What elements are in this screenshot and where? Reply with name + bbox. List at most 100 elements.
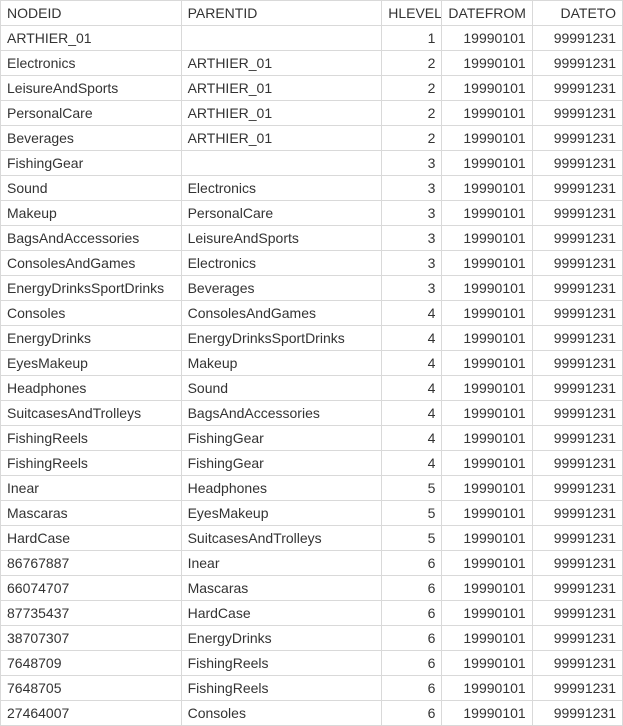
cell-nodeid[interactable]: 87735437: [1, 601, 182, 626]
table-row[interactable]: 7648705FishingReels61999010199991231: [1, 676, 623, 701]
cell-hlevel[interactable]: 6: [382, 551, 442, 576]
header-nodeid[interactable]: NODEID: [1, 1, 182, 26]
cell-parentid[interactable]: [181, 151, 382, 176]
cell-hlevel[interactable]: 5: [382, 476, 442, 501]
table-row[interactable]: SoundElectronics31999010199991231: [1, 176, 623, 201]
cell-datefrom[interactable]: 19990101: [442, 526, 532, 551]
cell-nodeid[interactable]: EnergyDrinksSportDrinks: [1, 276, 182, 301]
cell-dateto[interactable]: 99991231: [532, 451, 622, 476]
cell-datefrom[interactable]: 19990101: [442, 576, 532, 601]
cell-nodeid[interactable]: Beverages: [1, 126, 182, 151]
cell-nodeid[interactable]: EnergyDrinks: [1, 326, 182, 351]
cell-parentid[interactable]: Electronics: [181, 176, 382, 201]
cell-dateto[interactable]: 99991231: [532, 76, 622, 101]
cell-hlevel[interactable]: 4: [382, 376, 442, 401]
cell-datefrom[interactable]: 19990101: [442, 76, 532, 101]
cell-hlevel[interactable]: 4: [382, 401, 442, 426]
table-row[interactable]: FishingReelsFishingGear41999010199991231: [1, 451, 623, 476]
hierarchy-table[interactable]: NODEID PARENTID HLEVEL DATEFROM DATETO A…: [0, 0, 623, 726]
cell-datefrom[interactable]: 19990101: [442, 26, 532, 51]
cell-datefrom[interactable]: 19990101: [442, 626, 532, 651]
cell-dateto[interactable]: 99991231: [532, 51, 622, 76]
cell-datefrom[interactable]: 19990101: [442, 301, 532, 326]
table-row[interactable]: ElectronicsARTHIER_0121999010199991231: [1, 51, 623, 76]
cell-datefrom[interactable]: 19990101: [442, 601, 532, 626]
cell-nodeid[interactable]: PersonalCare: [1, 101, 182, 126]
cell-hlevel[interactable]: 4: [382, 301, 442, 326]
cell-hlevel[interactable]: 6: [382, 601, 442, 626]
table-row[interactable]: EnergyDrinksEnergyDrinksSportDrinks41999…: [1, 326, 623, 351]
cell-nodeid[interactable]: FishingGear: [1, 151, 182, 176]
cell-nodeid[interactable]: Electronics: [1, 51, 182, 76]
table-row[interactable]: ARTHIER_0111999010199991231: [1, 26, 623, 51]
cell-dateto[interactable]: 99991231: [532, 126, 622, 151]
cell-dateto[interactable]: 99991231: [532, 426, 622, 451]
cell-parentid[interactable]: ARTHIER_01: [181, 126, 382, 151]
cell-dateto[interactable]: 99991231: [532, 676, 622, 701]
cell-datefrom[interactable]: 19990101: [442, 51, 532, 76]
cell-datefrom[interactable]: 19990101: [442, 351, 532, 376]
header-dateto[interactable]: DATETO: [532, 1, 622, 26]
cell-dateto[interactable]: 99991231: [532, 276, 622, 301]
cell-datefrom[interactable]: 19990101: [442, 401, 532, 426]
table-row[interactable]: FishingReelsFishingGear41999010199991231: [1, 426, 623, 451]
cell-dateto[interactable]: 99991231: [532, 701, 622, 726]
cell-dateto[interactable]: 99991231: [532, 601, 622, 626]
header-hlevel[interactable]: HLEVEL: [382, 1, 442, 26]
cell-parentid[interactable]: Headphones: [181, 476, 382, 501]
table-row[interactable]: EnergyDrinksSportDrinksBeverages31999010…: [1, 276, 623, 301]
cell-dateto[interactable]: 99991231: [532, 101, 622, 126]
cell-datefrom[interactable]: 19990101: [442, 276, 532, 301]
cell-parentid[interactable]: ARTHIER_01: [181, 76, 382, 101]
table-row[interactable]: EyesMakeupMakeup41999010199991231: [1, 351, 623, 376]
cell-dateto[interactable]: 99991231: [532, 476, 622, 501]
cell-datefrom[interactable]: 19990101: [442, 201, 532, 226]
cell-datefrom[interactable]: 19990101: [442, 676, 532, 701]
cell-parentid[interactable]: Beverages: [181, 276, 382, 301]
table-row[interactable]: 27464007Consoles61999010199991231: [1, 701, 623, 726]
cell-parentid[interactable]: FishingReels: [181, 651, 382, 676]
cell-parentid[interactable]: FishingGear: [181, 426, 382, 451]
cell-nodeid[interactable]: Consoles: [1, 301, 182, 326]
cell-dateto[interactable]: 99991231: [532, 526, 622, 551]
cell-datefrom[interactable]: 19990101: [442, 226, 532, 251]
cell-datefrom[interactable]: 19990101: [442, 151, 532, 176]
cell-parentid[interactable]: Inear: [181, 551, 382, 576]
cell-datefrom[interactable]: 19990101: [442, 251, 532, 276]
cell-parentid[interactable]: Consoles: [181, 701, 382, 726]
table-row[interactable]: PersonalCareARTHIER_0121999010199991231: [1, 101, 623, 126]
table-row[interactable]: ConsolesAndGamesElectronics3199901019999…: [1, 251, 623, 276]
cell-dateto[interactable]: 99991231: [532, 151, 622, 176]
cell-datefrom[interactable]: 19990101: [442, 376, 532, 401]
cell-parentid[interactable]: Makeup: [181, 351, 382, 376]
table-row[interactable]: MascarasEyesMakeup51999010199991231: [1, 501, 623, 526]
cell-datefrom[interactable]: 19990101: [442, 701, 532, 726]
cell-nodeid[interactable]: Makeup: [1, 201, 182, 226]
table-row[interactable]: BeveragesARTHIER_0121999010199991231: [1, 126, 623, 151]
cell-parentid[interactable]: FishingGear: [181, 451, 382, 476]
cell-dateto[interactable]: 99991231: [532, 26, 622, 51]
cell-datefrom[interactable]: 19990101: [442, 176, 532, 201]
cell-nodeid[interactable]: LeisureAndSports: [1, 76, 182, 101]
cell-hlevel[interactable]: 2: [382, 51, 442, 76]
table-row[interactable]: SuitcasesAndTrolleysBagsAndAccessories41…: [1, 401, 623, 426]
cell-nodeid[interactable]: Sound: [1, 176, 182, 201]
cell-hlevel[interactable]: 6: [382, 676, 442, 701]
cell-datefrom[interactable]: 19990101: [442, 101, 532, 126]
cell-datefrom[interactable]: 19990101: [442, 501, 532, 526]
cell-nodeid[interactable]: ConsolesAndGames: [1, 251, 182, 276]
cell-parentid[interactable]: PersonalCare: [181, 201, 382, 226]
cell-parentid[interactable]: ConsolesAndGames: [181, 301, 382, 326]
cell-nodeid[interactable]: HardCase: [1, 526, 182, 551]
cell-dateto[interactable]: 99991231: [532, 501, 622, 526]
cell-nodeid[interactable]: BagsAndAccessories: [1, 226, 182, 251]
cell-parentid[interactable]: Mascaras: [181, 576, 382, 601]
cell-hlevel[interactable]: 4: [382, 451, 442, 476]
cell-dateto[interactable]: 99991231: [532, 351, 622, 376]
cell-parentid[interactable]: ARTHIER_01: [181, 51, 382, 76]
cell-parentid[interactable]: SuitcasesAndTrolleys: [181, 526, 382, 551]
cell-parentid[interactable]: EyesMakeup: [181, 501, 382, 526]
table-row[interactable]: HardCaseSuitcasesAndTrolleys519990101999…: [1, 526, 623, 551]
cell-hlevel[interactable]: 4: [382, 326, 442, 351]
cell-dateto[interactable]: 99991231: [532, 551, 622, 576]
